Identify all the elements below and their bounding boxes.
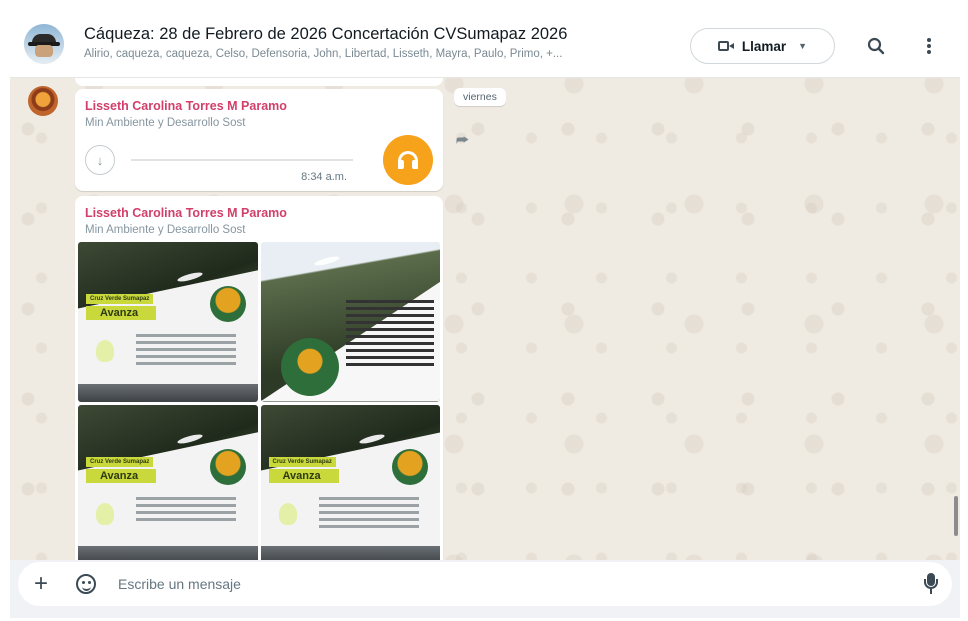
chat-title: Cáqueza: 28 de Febrero de 2026 Concertac…: [84, 25, 568, 43]
logo-badge: [392, 448, 428, 485]
forward-icon[interactable]: ⮫: [456, 132, 469, 149]
logo-badge: [280, 338, 339, 396]
poster-title: Avanza: [268, 468, 339, 483]
message-input[interactable]: [118, 571, 878, 597]
chevron-down-icon: ▼: [798, 41, 808, 51]
sender-name[interactable]: Lisseth Carolina Torres M Paramo: [85, 206, 287, 220]
audio-progress[interactable]: [131, 159, 353, 161]
sender-role: Min Ambiente y Desarrollo Sost: [85, 117, 246, 129]
composer-area: +: [10, 560, 960, 618]
whatsapp-window: Cáqueza: 28 de Febrero de 2026 Concertac…: [10, 12, 960, 618]
download-button[interactable]: ↓: [85, 145, 115, 175]
more-vert-icon: [927, 38, 931, 54]
message-time: 8:34 a.m.: [301, 171, 347, 183]
poster-tag: Cruz Verde Sumapaz: [268, 456, 336, 467]
search-icon: [867, 37, 885, 55]
image-thumbnail[interactable]: Cruz Verde Sumapaz Avanza: [78, 242, 258, 402]
sender-role: Min Ambiente y Desarrollo Sost: [85, 224, 246, 236]
call-button[interactable]: Llamar ▼: [690, 28, 835, 64]
menu-button[interactable]: [915, 32, 943, 60]
sender-name[interactable]: Lisseth Carolina Torres M Paramo: [85, 99, 287, 113]
poster-tag: Cruz Verde Sumapaz: [86, 456, 154, 467]
microphone-icon[interactable]: [924, 573, 938, 595]
attach-button[interactable]: +: [34, 571, 48, 597]
video-camera-icon: [717, 40, 734, 52]
chat-members: Alirio, caqueza, caqueza, Celso, Defenso…: [84, 48, 563, 60]
poster-title: Avanza: [86, 306, 157, 320]
date-separator: viernes: [454, 88, 506, 106]
poster-tag: Cruz Verde Sumapaz: [86, 294, 154, 304]
group-avatar[interactable]: [24, 24, 64, 64]
poster-title: Avanza: [86, 468, 157, 483]
scrollbar[interactable]: [954, 496, 958, 536]
chat-header[interactable]: Cáqueza: 28 de Febrero de 2026 Concertac…: [10, 12, 960, 78]
image-thumbnail[interactable]: Cruz Verde Sumapaz Avanza: [78, 404, 258, 564]
plus-icon: +: [34, 570, 49, 597]
image-grid: Cruz Verde Sumapaz Avanza Cruz Verde Sum…: [78, 242, 440, 564]
call-button-label: Llamar: [741, 38, 787, 54]
image-thumbnail[interactable]: [260, 242, 440, 402]
previous-message-edge: [75, 78, 443, 86]
search-button[interactable]: [862, 32, 890, 60]
sender-avatar[interactable]: [28, 86, 58, 116]
download-icon: ↓: [96, 152, 104, 168]
audio-message[interactable]: Lisseth Carolina Torres M Paramo Min Amb…: [75, 89, 443, 191]
logo-badge: [209, 286, 246, 322]
headphones-icon: [383, 135, 433, 185]
composer: +: [18, 562, 952, 606]
image-thumbnail[interactable]: Cruz Verde Sumapaz Avanza: [260, 404, 440, 564]
image-album-message[interactable]: Lisseth Carolina Torres M Paramo Min Amb…: [75, 196, 443, 576]
logo-badge: [209, 448, 246, 485]
chat-title-block[interactable]: Cáqueza: 28 de Febrero de 2026 Concertac…: [84, 25, 674, 60]
sticker-icon[interactable]: [76, 574, 96, 594]
